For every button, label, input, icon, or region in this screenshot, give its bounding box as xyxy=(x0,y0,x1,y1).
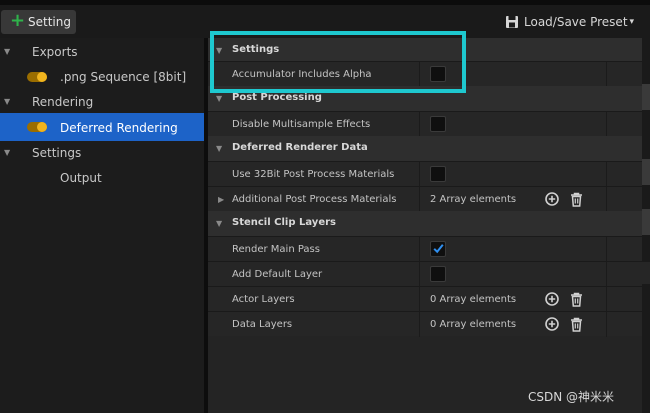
tree-item-settings[interactable]: ▼ Settings xyxy=(0,140,204,165)
trash-icon[interactable] xyxy=(570,192,583,207)
property-row: Render Main Pass xyxy=(208,236,642,262)
window-edge xyxy=(0,0,650,5)
category-stencil-clip-layers[interactable]: ▼ Stencil Clip Layers xyxy=(208,211,642,236)
collapse-arrow-icon[interactable]: ▼ xyxy=(216,94,222,103)
tree-item-deferred-rendering[interactable]: Deferred Rendering xyxy=(0,113,204,141)
trash-icon[interactable] xyxy=(570,317,583,332)
array-count: 0 Array elements xyxy=(430,294,517,305)
tree-item-label: Exports xyxy=(32,45,78,59)
tree-item-label: .png Sequence [8bit] xyxy=(60,70,187,84)
property-row: Add Default Layer xyxy=(208,261,642,287)
clipped-panel-chip xyxy=(642,159,650,185)
array-count: 2 Array elements xyxy=(430,194,517,205)
collapse-arrow-icon[interactable]: ▼ xyxy=(216,219,222,228)
property-row: Actor Layers 0 Array elements xyxy=(208,286,642,312)
clipped-panel-chip xyxy=(642,209,650,235)
disable-multisample-checkbox[interactable] xyxy=(430,116,446,132)
category-deferred-renderer-data[interactable]: ▼ Deferred Renderer Data xyxy=(208,136,642,161)
details-panel: ▼ Settings Accumulator Includes Alpha ▼ … xyxy=(208,38,642,413)
category-title: Stencil Clip Layers xyxy=(232,217,336,228)
add-default-layer-checkbox[interactable] xyxy=(430,266,446,282)
property-label: Actor Layers xyxy=(232,294,295,305)
settings-tree: ▼ Exports .png Sequence [8bit] ▼ Renderi… xyxy=(0,38,204,413)
property-label: Data Layers xyxy=(232,319,293,330)
tree-item-output[interactable]: Output xyxy=(0,165,204,190)
tree-item-png-sequence[interactable]: .png Sequence [8bit] xyxy=(0,64,204,89)
collapse-arrow-icon[interactable]: ▼ xyxy=(216,144,222,153)
tree-item-label: Settings xyxy=(32,146,82,160)
load-save-preset-button[interactable]: Load/Save Preset ▾ xyxy=(505,13,634,31)
add-element-icon[interactable] xyxy=(545,192,559,206)
property-label: Add Default Layer xyxy=(232,269,323,280)
tree-item-label: Rendering xyxy=(32,95,94,109)
property-label: Additional Post Process Materials xyxy=(232,194,397,205)
property-label: Use 32Bit Post Process Materials xyxy=(232,169,395,180)
watermark: CSDN @神米米 xyxy=(528,390,615,404)
property-row: Disable Multisample Effects xyxy=(208,111,642,137)
clipped-panel-chip xyxy=(642,84,650,110)
plus-icon: + xyxy=(10,10,26,31)
highlight-annotation xyxy=(210,31,466,93)
preset-label: Load/Save Preset xyxy=(524,15,628,29)
use-32bit-checkbox[interactable] xyxy=(430,166,446,182)
render-main-pass-checkbox[interactable] xyxy=(430,241,446,257)
array-count: 0 Array elements xyxy=(430,319,517,330)
toggle-icon[interactable] xyxy=(27,122,47,132)
tree-arrow-icon[interactable]: ▼ xyxy=(4,97,10,106)
tree-item-exports[interactable]: ▼ Exports xyxy=(0,39,204,64)
add-setting-button[interactable]: + Setting xyxy=(1,10,76,34)
save-icon xyxy=(506,16,518,28)
tree-arrow-icon[interactable]: ▼ xyxy=(4,148,10,157)
chevron-down-icon: ▾ xyxy=(629,17,635,27)
add-element-icon[interactable] xyxy=(545,292,559,306)
tree-item-rendering[interactable]: ▼ Rendering xyxy=(0,89,204,114)
property-label: Disable Multisample Effects xyxy=(232,119,371,130)
clipped-panel-chip xyxy=(642,262,650,284)
checkmark-icon xyxy=(433,244,444,254)
add-setting-label: Setting xyxy=(28,15,71,29)
toggle-icon[interactable] xyxy=(27,72,47,82)
tree-item-label: Deferred Rendering xyxy=(60,121,178,135)
property-label: Render Main Pass xyxy=(232,244,320,255)
add-element-icon[interactable] xyxy=(545,317,559,331)
trash-icon[interactable] xyxy=(570,292,583,307)
category-title: Deferred Renderer Data xyxy=(232,142,368,153)
category-title: Post Processing xyxy=(232,92,322,103)
expand-arrow-icon[interactable]: ▶ xyxy=(218,195,224,204)
tree-item-label: Output xyxy=(60,171,102,185)
property-row: Data Layers 0 Array elements xyxy=(208,311,642,337)
property-row: Use 32Bit Post Process Materials xyxy=(208,161,642,187)
property-row: ▶ Additional Post Process Materials 2 Ar… xyxy=(208,186,642,212)
tree-arrow-icon[interactable]: ▼ xyxy=(4,47,10,56)
